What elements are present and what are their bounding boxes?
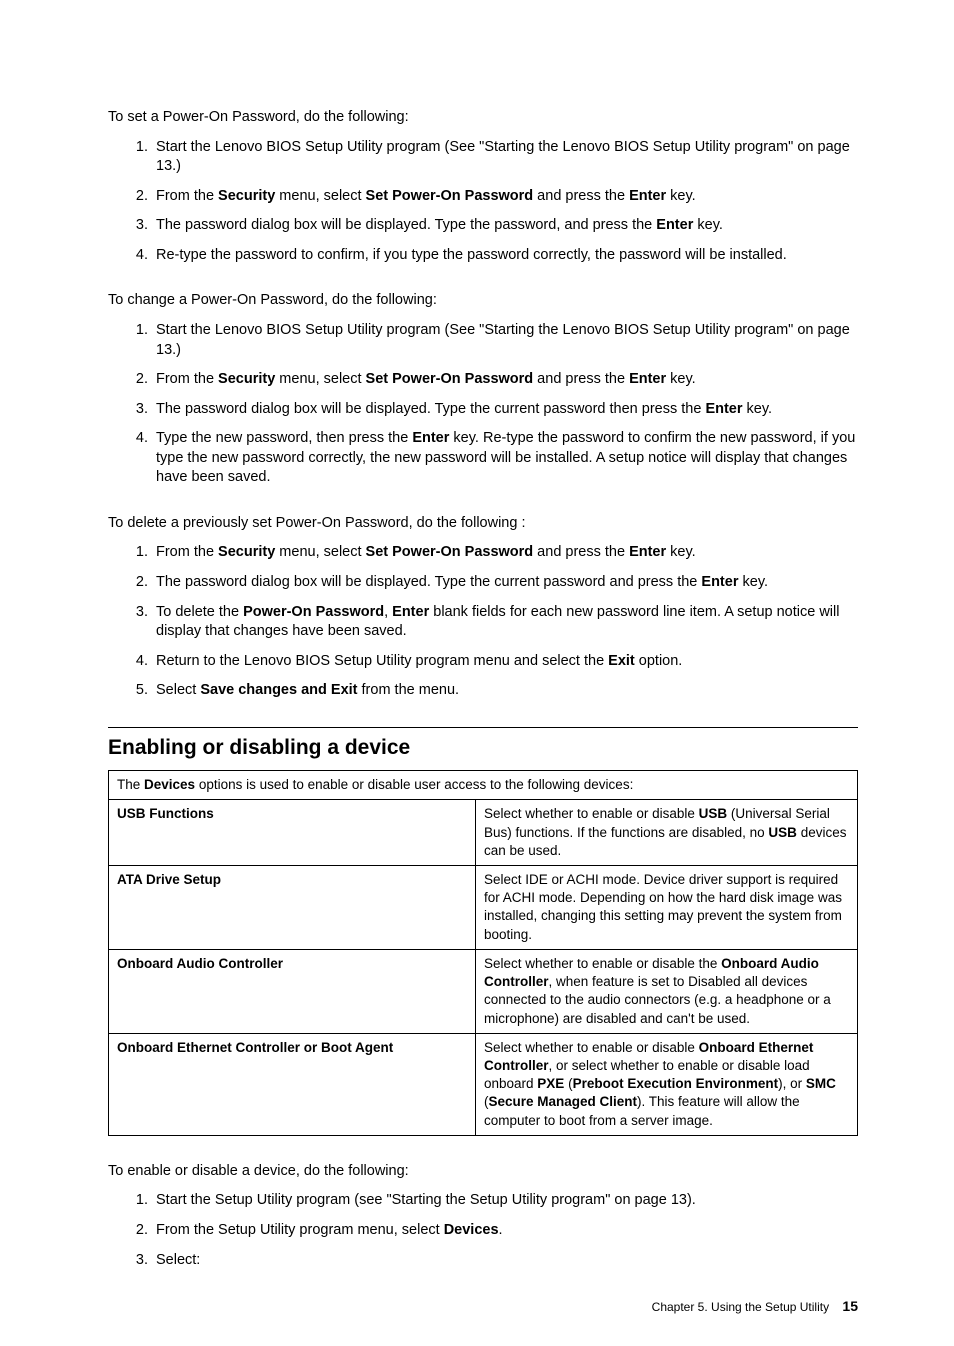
enable-device-intro: To enable or disable a device, do the fo… <box>108 1162 858 1182</box>
list-item: Return to the Lenovo BIOS Setup Utility … <box>152 652 858 672</box>
devices-table: The Devices options is used to enable or… <box>108 770 858 1136</box>
enable-device-list: Start the Setup Utility program (see "St… <box>108 1191 858 1270</box>
device-desc-cell: Select whether to enable or disable the … <box>476 949 858 1033</box>
list-item: Type the new password, then press the En… <box>152 429 858 488</box>
list-item: The password dialog box will be displaye… <box>152 573 858 593</box>
device-desc-cell: Select IDE or ACHI mode. Device driver s… <box>476 866 858 950</box>
list-item: To delete the Power-On Password, Enter b… <box>152 603 858 642</box>
list-item: From the Security menu, select Set Power… <box>152 187 858 207</box>
device-desc-cell: Select whether to enable or disable USB … <box>476 800 858 866</box>
list-item: Start the Setup Utility program (see "St… <box>152 1191 858 1211</box>
table-row: Onboard Ethernet Controller or Boot Agen… <box>109 1033 858 1135</box>
list-item: Select Save changes and Exit from the me… <box>152 681 858 701</box>
section-rule <box>108 727 858 728</box>
list-item: Select: <box>152 1251 858 1271</box>
table-header: The Devices options is used to enable or… <box>109 771 858 800</box>
device-name-cell: USB Functions <box>109 800 476 866</box>
table-row: Onboard Audio ControllerSelect whether t… <box>109 949 858 1033</box>
device-name-cell: Onboard Audio Controller <box>109 949 476 1033</box>
device-desc-cell: Select whether to enable or disable Onbo… <box>476 1033 858 1135</box>
page-footer: Chapter 5. Using the Setup Utility 15 <box>652 1297 858 1316</box>
set-password-list: Start the Lenovo BIOS Setup Utility prog… <box>108 138 858 266</box>
page: To set a Power-On Password, do the follo… <box>0 0 954 1346</box>
list-item: From the Setup Utility program menu, sel… <box>152 1221 858 1241</box>
change-password-list: Start the Lenovo BIOS Setup Utility prog… <box>108 321 858 488</box>
change-password-intro: To change a Power-On Password, do the fo… <box>108 291 858 311</box>
footer-page-number: 15 <box>842 1298 858 1314</box>
list-item: Start the Lenovo BIOS Setup Utility prog… <box>152 138 858 177</box>
list-item: From the Security menu, select Set Power… <box>152 543 858 563</box>
section-heading: Enabling or disabling a device <box>108 734 858 762</box>
device-name-cell: ATA Drive Setup <box>109 866 476 950</box>
list-item: From the Security menu, select Set Power… <box>152 370 858 390</box>
list-item: Re-type the password to confirm, if you … <box>152 246 858 266</box>
table-row: USB FunctionsSelect whether to enable or… <box>109 800 858 866</box>
delete-password-intro: To delete a previously set Power-On Pass… <box>108 514 858 534</box>
device-name-cell: Onboard Ethernet Controller or Boot Agen… <box>109 1033 476 1135</box>
delete-password-list: From the Security menu, select Set Power… <box>108 543 858 700</box>
footer-chapter: Chapter 5. Using the Setup Utility <box>652 1300 829 1314</box>
set-password-intro: To set a Power-On Password, do the follo… <box>108 108 858 128</box>
table-row: ATA Drive SetupSelect IDE or ACHI mode. … <box>109 866 858 950</box>
list-item: The password dialog box will be displaye… <box>152 400 858 420</box>
devices-table-body: USB FunctionsSelect whether to enable or… <box>109 800 858 1136</box>
list-item: The password dialog box will be displaye… <box>152 216 858 236</box>
list-item: Start the Lenovo BIOS Setup Utility prog… <box>152 321 858 360</box>
